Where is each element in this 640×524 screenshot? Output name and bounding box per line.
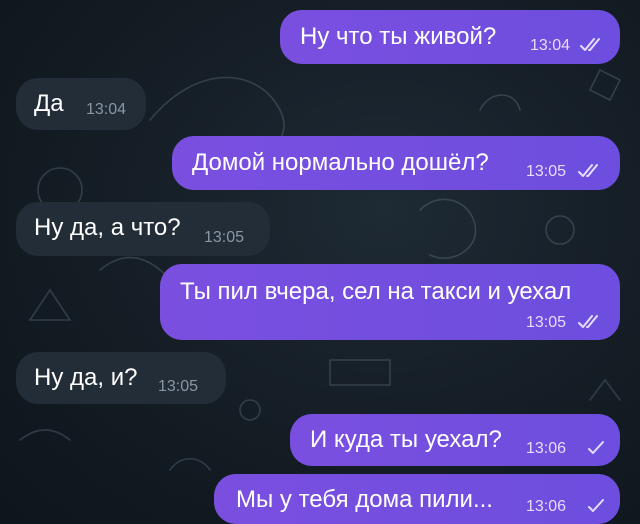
message-time: 13:04 [86,101,127,118]
message-text: Ну что ты живой? [300,23,497,50]
message-text: Домой нормально дошёл? [192,149,489,176]
outgoing-message-bubble[interactable]: И куда ты уехал? 13:06 [290,414,620,466]
message-time: 13:05 [526,314,567,331]
message-text: Ну да, а что? [34,214,181,241]
incoming-message-bubble[interactable]: Ну да, а что? 13:05 [16,202,270,256]
outgoing-message-bubble[interactable]: Мы у тебя дома пили... 13:06 [214,474,620,524]
message-text: Ты пил вчера, сел на такси и уехал [180,278,572,305]
message-time: 13:05 [526,163,567,180]
incoming-message-bubble[interactable]: Ну да, и? 13:05 [16,352,226,404]
message-time: 13:05 [204,229,245,246]
single-check-icon [586,440,612,456]
message-text: Мы у тебя дома пили... [236,486,493,513]
outgoing-message-bubble[interactable]: Ты пил вчера, сел на такси и уехал 13:05 [160,264,620,340]
single-check-icon [586,498,612,514]
double-check-icon [578,163,604,179]
double-check-icon [578,314,604,330]
message-text: И куда ты уехал? [310,426,502,453]
message-time: 13:04 [530,37,571,54]
double-check-icon [580,37,606,53]
outgoing-message-bubble[interactable]: Домой нормально дошёл? 13:05 [172,136,620,190]
message-text: Ну да, и? [34,364,138,391]
message-text: Да [34,90,64,117]
message-time: 13:06 [526,440,567,457]
incoming-message-bubble[interactable]: Да 13:04 [16,78,146,130]
message-time: 13:06 [526,498,567,515]
outgoing-message-bubble[interactable]: Ну что ты живой? 13:04 [280,10,620,64]
chat-window: Ну что ты живой? 13:04 Да 13:04 Домой но… [0,0,640,524]
message-time: 13:05 [158,378,199,395]
